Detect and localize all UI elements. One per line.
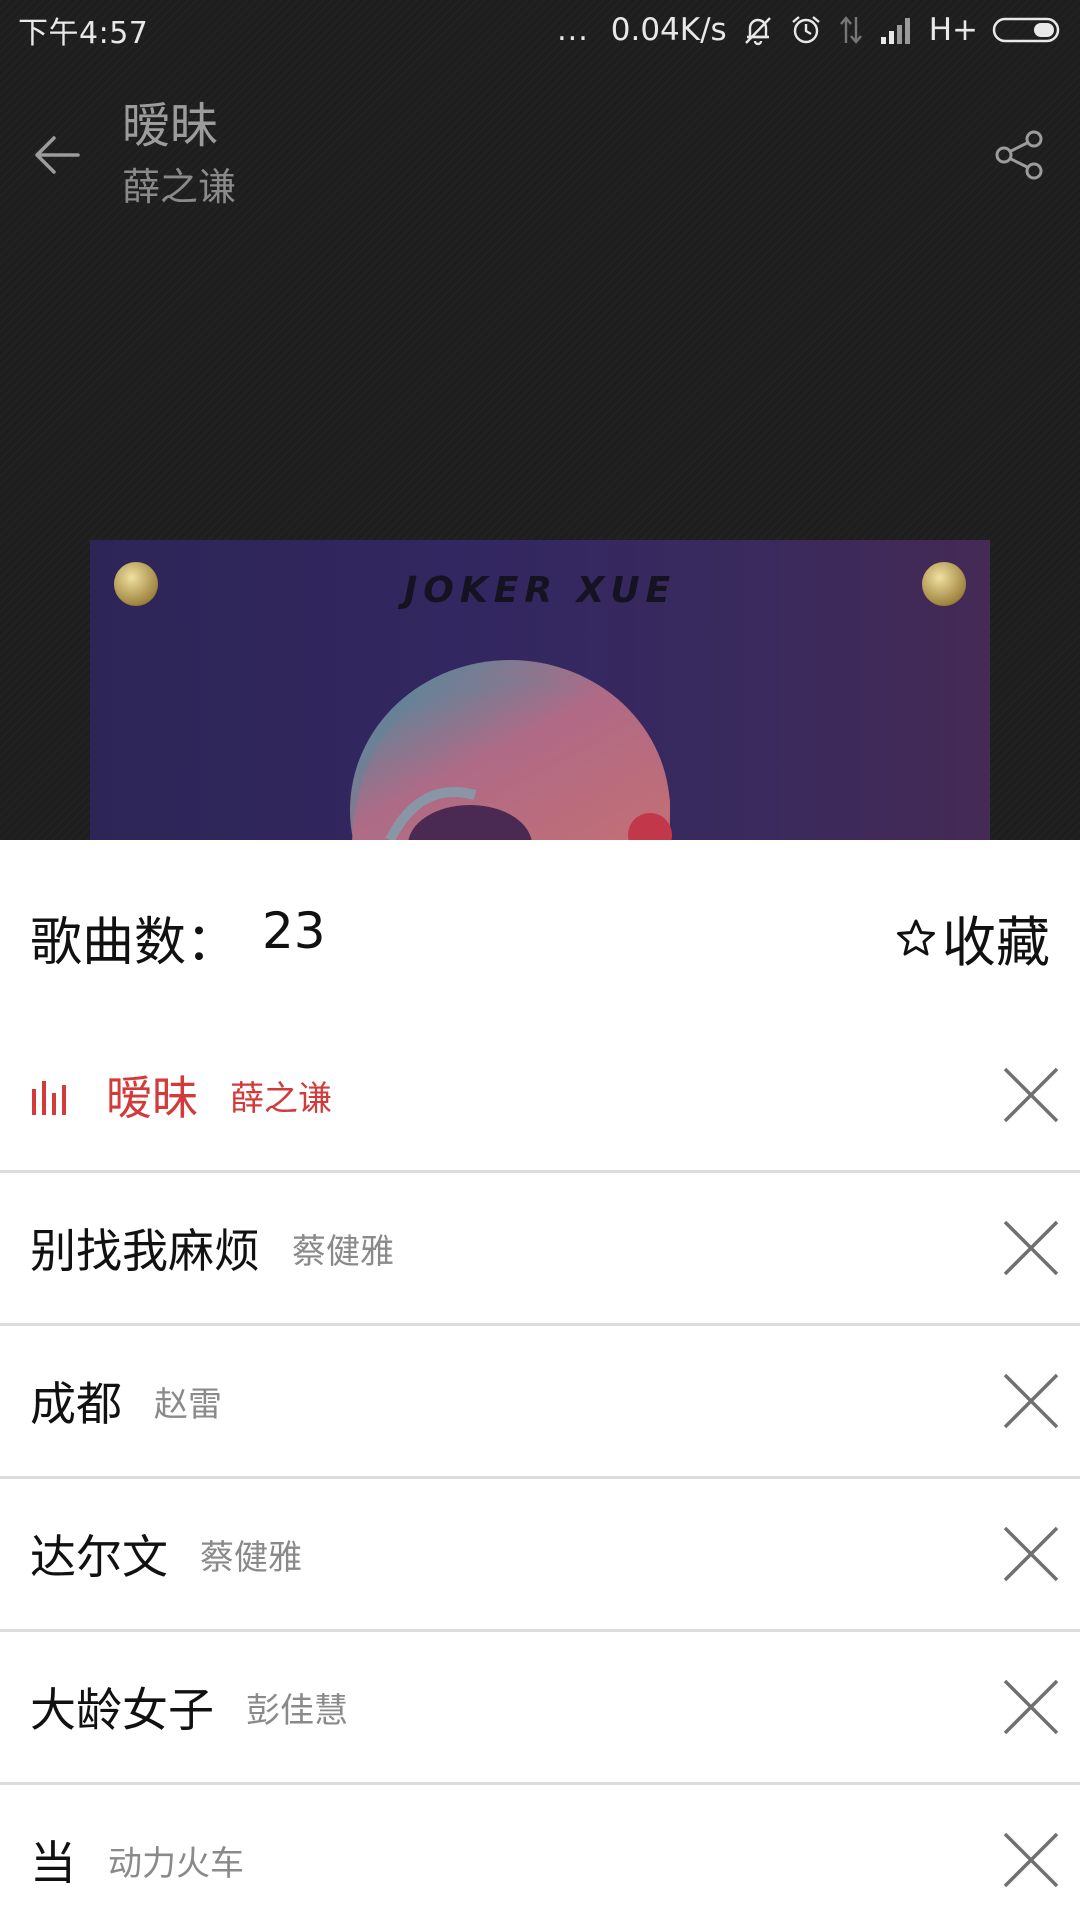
status-time: 下午4:57 [18, 16, 149, 51]
close-icon [1003, 1220, 1059, 1276]
remove-song-button[interactable] [1000, 1064, 1062, 1126]
song-count-label: 歌曲数： [30, 913, 239, 973]
close-icon [1003, 1679, 1059, 1735]
song-row-content: 别找我麻烦 蔡健雅 [30, 1173, 394, 1323]
mute-icon [741, 13, 775, 47]
song-title: 达尔文 [30, 1530, 168, 1584]
song-artist: 彭佳慧 [246, 1690, 348, 1731]
list-item[interactable]: 大龄女子 彭佳慧 [0, 1632, 1080, 1785]
list-item[interactable]: 别找我麻烦 蔡健雅 [0, 1173, 1080, 1326]
signal-icon [879, 15, 915, 45]
close-icon [1003, 1832, 1059, 1888]
header-song-title: 暧昧 [122, 98, 219, 154]
list-item[interactable]: 成都 赵雷 [0, 1326, 1080, 1479]
album-cover: JOKER XUE [90, 540, 990, 840]
status-network-type: H+ [928, 12, 978, 48]
song-row-content: 当 动力火车 [30, 1785, 244, 1920]
data-arrows-icon [837, 13, 865, 47]
status-net-speed: 0.04K/s [610, 12, 727, 48]
song-artist: 薛之谦 [230, 1078, 332, 1119]
song-title: 暧昧 [106, 1071, 198, 1125]
back-button[interactable] [28, 125, 88, 185]
list-item[interactable]: 达尔文 蔡健雅 [0, 1479, 1080, 1632]
song-artist: 蔡健雅 [292, 1231, 394, 1272]
remove-song-button[interactable] [1000, 1523, 1062, 1585]
remove-song-button[interactable] [1000, 1217, 1062, 1279]
alarm-icon [789, 13, 823, 47]
header-song-artist: 薛之谦 [122, 165, 237, 209]
favorite-button[interactable]: 收藏 [896, 898, 1050, 977]
song-title: 别找我麻烦 [30, 1224, 260, 1278]
song-row-content: 成都 赵雷 [30, 1326, 222, 1476]
album-brand-text: JOKER XUE [403, 570, 677, 611]
share-icon [995, 130, 1043, 180]
remove-song-button[interactable] [1000, 1370, 1062, 1432]
remove-song-button[interactable] [1000, 1829, 1062, 1891]
song-list: 暧昧 薛之谦 别找我麻烦 蔡健雅 成都 赵雷 达尔文 蔡健雅 大龄女子 彭佳慧 … [0, 1020, 1080, 1920]
song-row-content: 大龄女子 彭佳慧 [30, 1632, 348, 1782]
status-bar: 下午4:57 ... 0.04K/s H+ [0, 0, 1080, 60]
now-playing-bars-icon [30, 1075, 70, 1115]
remove-song-button[interactable] [1000, 1676, 1062, 1738]
favorite-label: 收藏 [942, 911, 1050, 974]
now-playing-header: 暧昧 薛之谦 [0, 95, 1080, 225]
battery-icon [992, 13, 1064, 47]
close-icon [1003, 1067, 1059, 1123]
song-title: 当 [30, 1836, 76, 1890]
song-artist: 动力火车 [108, 1843, 244, 1884]
star-outline-icon [897, 919, 935, 955]
status-icons: ... 0.04K/s H+ [557, 12, 1064, 48]
player-screen: 下午4:57 ... 0.04K/s H+ 暧昧 薛之谦 JOKER XUE 歌… [0, 0, 1080, 1920]
song-title: 成都 [30, 1377, 122, 1431]
list-item[interactable]: 暧昧 薛之谦 [0, 1020, 1080, 1173]
list-item[interactable]: 当 动力火车 [0, 1785, 1080, 1920]
song-row-content: 暧昧 薛之谦 [30, 1020, 332, 1170]
playlist-sheet: 歌曲数： 23 收藏 暧昧 薛之谦 别找我麻烦 蔡健雅 成都 赵雷 达尔文 蔡健… [0, 840, 1080, 1920]
status-dots: ... [557, 12, 589, 48]
share-button[interactable] [990, 125, 1050, 185]
song-artist: 赵雷 [154, 1384, 222, 1425]
close-icon [1003, 1373, 1059, 1429]
playlist-header: 歌曲数： 23 收藏 [0, 840, 1080, 1020]
song-row-content: 达尔文 蔡健雅 [30, 1479, 302, 1629]
close-icon [1003, 1526, 1059, 1582]
song-count-value: 23 [262, 902, 326, 960]
song-title: 大龄女子 [30, 1683, 214, 1737]
back-arrow-icon [35, 136, 80, 174]
song-artist: 蔡健雅 [200, 1537, 302, 1578]
